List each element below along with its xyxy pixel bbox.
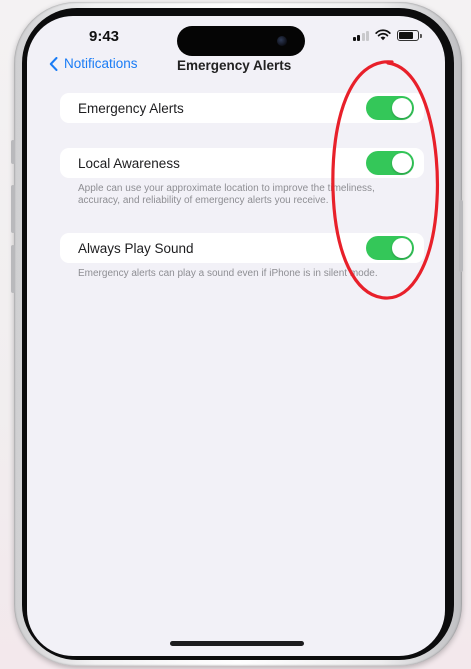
back-button-label: Notifications	[64, 56, 138, 71]
battery-icon	[397, 29, 422, 41]
status-time: 9:43	[89, 28, 120, 45]
toggle-knob	[392, 98, 412, 118]
wifi-icon	[375, 29, 391, 41]
row-label: Emergency Alerts	[78, 100, 184, 116]
chevron-left-icon	[49, 56, 58, 71]
back-button[interactable]: Notifications	[49, 56, 138, 71]
always-play-sound-toggle[interactable]	[366, 236, 414, 260]
row-label: Local Awareness	[78, 155, 180, 171]
toggle-knob	[392, 238, 412, 258]
local-awareness-toggle[interactable]	[366, 151, 414, 175]
dynamic-island	[177, 26, 305, 56]
settings-row-local-awareness: Local Awareness	[60, 148, 424, 178]
phone-screen: 9:43 Notifications Emergency Alerts Emer…	[27, 16, 445, 656]
local-awareness-footnote: Apple can use your approximate location …	[78, 183, 375, 206]
emergency-alerts-toggle[interactable]	[366, 96, 414, 120]
toggle-knob	[392, 153, 412, 173]
cellular-signal-icon	[352, 30, 369, 41]
settings-row-always-play-sound: Always Play Sound	[60, 233, 424, 263]
page-title: Emergency Alerts	[177, 58, 292, 73]
home-indicator	[170, 641, 304, 646]
front-camera-icon	[277, 36, 287, 46]
row-label: Always Play Sound	[78, 240, 194, 256]
status-icons	[352, 29, 422, 41]
always-play-sound-footnote: Emergency alerts can play a sound even i…	[78, 268, 378, 279]
settings-row-emergency-alerts: Emergency Alerts	[60, 93, 424, 123]
